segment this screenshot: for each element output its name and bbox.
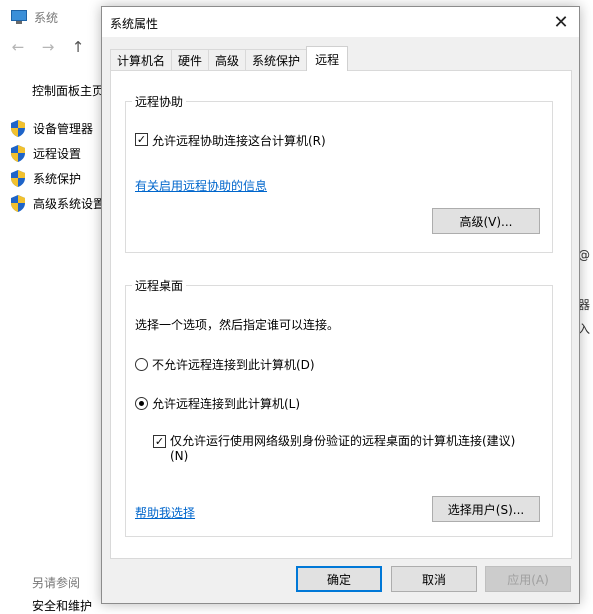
uac-shield-icon	[11, 170, 25, 187]
radio-label: 不允许远程连接到此计算机(D)	[152, 358, 315, 372]
system-titlebar: 系统	[0, 0, 110, 34]
tab-system-protection[interactable]: 系统保护	[245, 49, 308, 71]
nla-only-checkbox[interactable]: ✓ 仅允许运行使用网络级别身份验证的远程桌面的计算机连接(建议) (N)	[153, 434, 523, 464]
tab-remote[interactable]: 远程	[306, 46, 349, 71]
system-navbar: ← → ↑	[10, 38, 86, 56]
remote-assistance-title: 远程协助	[132, 93, 187, 110]
side-link-label: 远程设置	[33, 147, 82, 161]
remote-assistance-info-link[interactable]: 有关启用远程协助的信息	[135, 177, 267, 194]
advanced-button[interactable]: 高级(V)...	[432, 208, 540, 234]
radio-button	[135, 358, 148, 371]
checkbox-label: 仅允许运行使用网络级别身份验证的远程桌面的计算机连接(建议)	[170, 434, 516, 448]
system-side-links: 设备管理器 远程设置 系统保护 高级系统设置	[10, 116, 105, 216]
up-arrow-icon[interactable]: ↑	[70, 38, 86, 56]
side-link-system-protection[interactable]: 系统保护	[10, 166, 105, 191]
remote-tab-page: 远程协助 ✓ 允许远程协助连接这台计算机(R) 有关启用远程协助的信息 高级(V…	[110, 70, 572, 559]
side-link-label: 高级系统设置	[33, 197, 106, 211]
side-link-remote-settings[interactable]: 远程设置	[10, 141, 105, 166]
remote-desktop-title: 远程桌面	[132, 277, 187, 294]
uac-shield-icon	[11, 145, 25, 162]
tab-advanced[interactable]: 高级	[208, 49, 247, 71]
radio-allow-remote[interactable]: 允许远程连接到此计算机(L)	[135, 395, 300, 412]
forward-arrow-icon[interactable]: →	[40, 38, 56, 56]
select-users-button[interactable]: 选择用户(S)...	[432, 496, 540, 522]
dialog-title: 系统属性	[110, 17, 159, 31]
side-link-label: 系统保护	[33, 172, 82, 186]
uac-shield-icon	[11, 195, 25, 212]
radio-button-selected	[135, 397, 148, 410]
dialog-titlebar[interactable]: 系统属性 ✕	[102, 7, 579, 37]
checkbox-label-hotkey: (N)	[170, 449, 189, 463]
uac-shield-icon	[11, 120, 25, 137]
radio-deny-remote[interactable]: 不允许远程连接到此计算机(D)	[135, 356, 315, 373]
remote-desktop-group: 远程桌面 选择一个选项，然后指定谁可以连接。 不允许远程连接到此计算机(D) 允…	[125, 277, 553, 537]
tab-strip: 计算机名 硬件 高级 系统保护 远程	[110, 46, 349, 71]
checkbox-box: ✓	[153, 435, 166, 448]
control-panel-home-link[interactable]: 控制面板主页	[32, 82, 104, 99]
security-maintenance-link[interactable]: 安全和维护	[32, 597, 92, 614]
system-properties-dialog: 系统属性 ✕ 计算机名 硬件 高级 系统保护 远程 远程协助 ✓ 允许远程协助连…	[101, 6, 580, 604]
side-link-advanced-settings[interactable]: 高级系统设置	[10, 191, 105, 216]
side-link-device-manager[interactable]: 设备管理器	[10, 116, 105, 141]
tab-hardware[interactable]: 硬件	[171, 49, 210, 71]
computer-icon	[10, 10, 28, 24]
remote-assistance-group: 远程协助 ✓ 允许远程协助连接这台计算机(R) 有关启用远程协助的信息 高级(V…	[125, 93, 553, 253]
allow-remote-assistance-checkbox[interactable]: ✓ 允许远程协助连接这台计算机(R)	[135, 132, 326, 149]
nla-checkbox-text: 仅允许运行使用网络级别身份验证的远程桌面的计算机连接(建议) (N)	[170, 434, 515, 464]
see-also-heading: 另请参阅	[32, 576, 81, 590]
ok-button[interactable]: 确定	[296, 566, 382, 592]
remote-desktop-description: 选择一个选项，然后指定谁可以连接。	[135, 318, 340, 332]
tab-computer-name[interactable]: 计算机名	[110, 49, 173, 71]
close-icon[interactable]: ✕	[543, 7, 579, 37]
checkbox-label: 允许远程协助连接这台计算机(R)	[152, 134, 326, 148]
apply-button[interactable]: 应用(A)	[485, 566, 571, 592]
system-window-title: 系统	[34, 10, 59, 25]
side-link-label: 设备管理器	[33, 122, 94, 136]
back-arrow-icon[interactable]: ←	[10, 38, 26, 56]
checkbox-box: ✓	[135, 133, 148, 146]
cancel-button[interactable]: 取消	[391, 566, 477, 592]
radio-label: 允许远程连接到此计算机(L)	[152, 397, 301, 411]
help-me-choose-link[interactable]: 帮助我选择	[135, 504, 195, 521]
